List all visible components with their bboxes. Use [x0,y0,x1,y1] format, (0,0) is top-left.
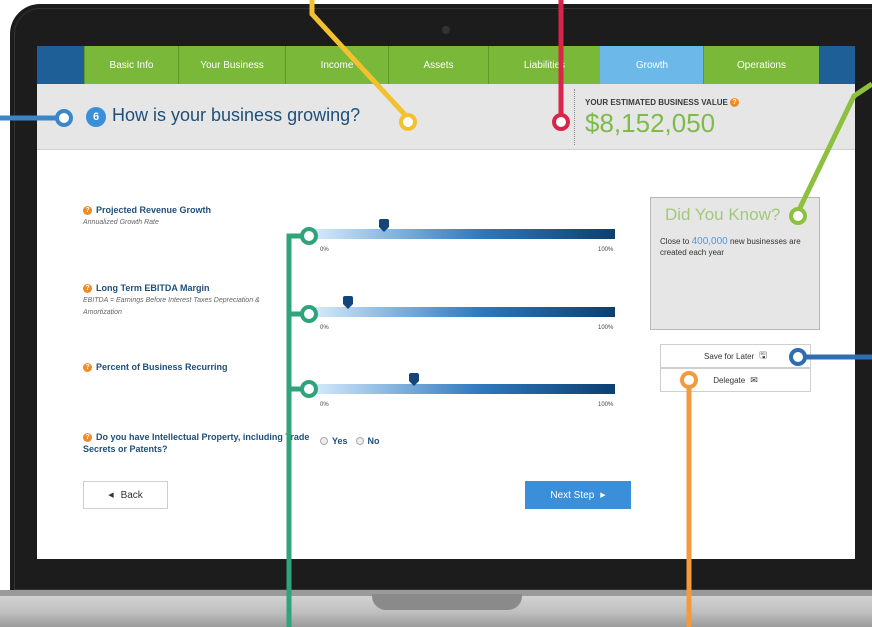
back-button[interactable]: ◀ Back [83,481,168,509]
question-subtext: EBITDA = Earnings Before Interest Taxes … [83,297,260,316]
tab-operations[interactable]: Operations [703,46,819,84]
question-circle-icon[interactable]: ? [730,98,740,108]
radio-no-label[interactable]: No [368,436,380,446]
question-business-recurring: ? Percent of Business Recurring [83,362,228,373]
slider-max-label: 100% [598,247,614,253]
tab-growth[interactable]: Growth [600,46,703,84]
question-intellectual-property: ? Do you have Intellectual Property, incl… [83,432,310,443]
floppy-disk-icon: 🖫 [759,350,767,360]
tab-basic-info[interactable]: Basic Info [84,46,178,84]
question-label: Long Term EBITDA Margin [96,283,210,293]
question-label-continued: Secrets or Patents? [83,444,168,454]
did-you-know-text-before: Close to [660,237,690,246]
tab-assets[interactable]: Assets [388,46,488,84]
radio-no[interactable] [355,437,364,445]
did-you-know-title: Did You Know? [665,205,781,224]
ip-radio-group: Yes No [320,436,388,446]
slider-max-label: 100% [598,325,614,331]
radio-yes-label[interactable]: Yes [332,436,348,446]
caret-left-icon: ◀ [108,492,114,499]
question-circle-icon[interactable]: ? [83,363,92,373]
slider-max-label: 100% [598,402,614,408]
app-screen: Basic Info Your Business Income Assets L… [37,46,855,559]
tab-liabilities[interactable]: Liabilities [488,46,600,84]
did-you-know-text: Close to 400,000 new businesses are crea… [660,236,815,258]
revenue-growth-slider-handle[interactable] [379,219,389,232]
business-recurring-slider-handle[interactable] [409,373,419,386]
slider-min-label: 0% [320,325,329,331]
save-for-later-button[interactable]: Save for Later 🖫 [660,344,811,368]
question-revenue-growth: ? Projected Revenue Growth [83,205,212,216]
caret-right-icon: ▶ [600,492,606,499]
slider-min-label: 0% [320,247,329,253]
business-recurring-slider[interactable] [315,384,615,394]
did-you-know-highlight: 400,000 [691,236,728,247]
question-label: Projected Revenue Growth [96,205,212,215]
ebitda-margin-slider-handle[interactable] [343,296,353,309]
value-divider [574,89,575,145]
save-for-later-label: Save for Later [704,351,755,361]
page-title: How is your business growing? [112,105,361,125]
question-ebitda-margin: ? Long Term EBITDA Margin [83,283,210,294]
estimated-value-label-text: YOUR ESTIMATED BUSINESS VALUE [585,98,728,107]
question-circle-icon[interactable]: ? [83,206,92,216]
step-number-badge: 6 [86,107,106,127]
slider-min-label: 0% [320,402,329,408]
estimated-value-label: YOUR ESTIMATED BUSINESS VALUE ? [585,98,740,108]
laptop-notch [372,594,522,610]
next-step-button[interactable]: Next Step ▶ [525,481,631,509]
back-button-label: Back [120,489,143,501]
did-you-know-panel: Did You Know? Close to 400,000 new busin… [650,197,820,330]
ebitda-margin-slider[interactable] [315,307,615,317]
question-label: Percent of Business Recurring [96,362,228,372]
question-circle-icon[interactable]: ? [83,433,92,443]
radio-yes[interactable] [320,437,328,445]
camera-dot [442,26,450,34]
question-circle-icon[interactable]: ? [83,284,92,294]
delegate-button[interactable]: Delegate ✉ [660,368,811,392]
step-nav: Basic Info Your Business Income Assets L… [37,46,855,84]
question-label: Do you have Intellectual Property, inclu… [96,432,310,442]
question-subtext: Annualized Growth Rate [83,219,159,226]
envelope-icon: ✉ [750,374,758,385]
estimated-value-amount: $8,152,050 [585,108,716,138]
revenue-growth-slider[interactable] [315,229,615,239]
delegate-label: Delegate [713,375,746,385]
next-step-button-label: Next Step [550,489,595,501]
laptop-mockup: Basic Info Your Business Income Assets L… [0,0,872,627]
tab-your-business[interactable]: Your Business [178,46,285,84]
tab-income[interactable]: Income [285,46,388,84]
